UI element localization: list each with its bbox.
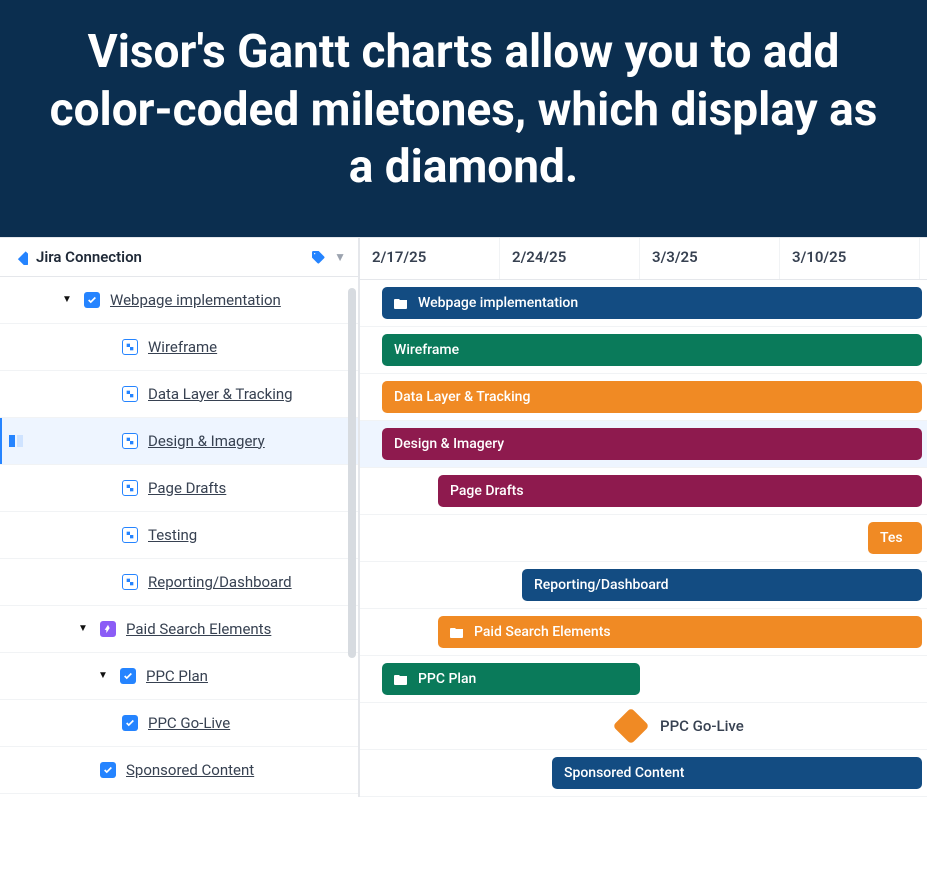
gantt-row: Reporting/Dashboard bbox=[360, 562, 927, 609]
gantt-bar[interactable]: Webpage implementation bbox=[382, 287, 922, 319]
task-label[interactable]: Paid Search Elements bbox=[126, 620, 271, 638]
subtask-icon bbox=[122, 480, 138, 496]
gantt-bar[interactable]: Reporting/Dashboard bbox=[522, 569, 922, 601]
folder-icon bbox=[394, 673, 408, 685]
epic-icon bbox=[100, 621, 116, 637]
task-label[interactable]: Testing bbox=[148, 526, 197, 544]
app-shell: Jira Connection ▼ ▼ Webpage implementatio… bbox=[0, 237, 927, 797]
story-icon bbox=[122, 715, 138, 731]
gantt-row: Wireframe bbox=[360, 327, 927, 374]
gantt-row: PPC Go-Live bbox=[360, 703, 927, 750]
bar-label: Paid Search Elements bbox=[474, 624, 611, 640]
subtask-icon bbox=[122, 339, 138, 355]
task-label[interactable]: PPC Go-Live bbox=[148, 714, 230, 732]
gantt-row: Design & Imagery bbox=[360, 421, 927, 468]
tree-row[interactable]: Sponsored Content bbox=[0, 747, 358, 794]
gantt-body: Webpage implementation Wireframe Data Laye… bbox=[360, 280, 927, 797]
tree-row[interactable]: ▼ PPC Plan bbox=[0, 653, 358, 700]
gantt-bar[interactable]: Page Drafts bbox=[438, 475, 922, 507]
gantt-bar[interactable]: PPC Plan bbox=[382, 663, 640, 695]
date-column[interactable]: 3/3/25 bbox=[640, 238, 780, 279]
gantt-row: Page Drafts bbox=[360, 468, 927, 515]
gantt-bar[interactable]: Paid Search Elements bbox=[438, 616, 922, 648]
story-icon bbox=[100, 762, 116, 778]
folder-icon bbox=[394, 297, 408, 309]
task-label[interactable]: Data Layer & Tracking bbox=[148, 385, 293, 403]
tag-icon[interactable] bbox=[310, 249, 326, 265]
jira-icon bbox=[12, 249, 28, 265]
gantt-bar[interactable]: Wireframe bbox=[382, 334, 922, 366]
hero-headline: Visor's Gantt charts allow you to add co… bbox=[40, 24, 887, 197]
date-column[interactable]: 2/24/25 bbox=[500, 238, 640, 279]
sidebar: Jira Connection ▼ ▼ Webpage implementatio… bbox=[0, 238, 360, 797]
folder-icon bbox=[450, 626, 464, 638]
tree-row[interactable]: Design & Imagery bbox=[0, 418, 358, 465]
bar-label: Webpage implementation bbox=[418, 295, 578, 311]
expand-chevron-icon[interactable]: ▼ bbox=[62, 294, 76, 305]
hero-banner: Visor's Gantt charts allow you to add co… bbox=[0, 0, 927, 237]
subtask-icon bbox=[122, 574, 138, 590]
gantt-row: Paid Search Elements bbox=[360, 609, 927, 656]
tree-row[interactable]: ▼ Webpage implementation bbox=[0, 277, 358, 324]
bar-label: Page Drafts bbox=[450, 483, 524, 499]
gantt-row: Webpage implementation bbox=[360, 280, 927, 327]
tree-row[interactable]: Data Layer & Tracking bbox=[0, 371, 358, 418]
task-tree: ▼ Webpage implementation Wireframe Data Lay… bbox=[0, 277, 358, 794]
subtask-icon bbox=[122, 433, 138, 449]
task-label[interactable]: Webpage implementation bbox=[110, 291, 281, 309]
bar-label: Reporting/Dashboard bbox=[534, 577, 669, 593]
bar-label: Data Layer & Tracking bbox=[394, 389, 530, 405]
gantt-bar[interactable]: Sponsored Content bbox=[552, 757, 922, 789]
bar-label: Tes bbox=[880, 530, 903, 546]
task-label[interactable]: Sponsored Content bbox=[126, 761, 254, 779]
gantt-bar[interactable]: Tes bbox=[868, 522, 922, 554]
gantt-row: Tes bbox=[360, 515, 927, 562]
date-column[interactable]: 3/10/25 bbox=[780, 238, 920, 279]
expand-chevron-icon[interactable]: ▼ bbox=[78, 623, 92, 634]
subtask-icon bbox=[122, 386, 138, 402]
task-label[interactable]: Design & Imagery bbox=[148, 432, 265, 450]
expand-chevron-icon[interactable]: ▼ bbox=[98, 670, 112, 681]
bar-label: PPC Plan bbox=[418, 671, 476, 687]
tree-row[interactable]: Wireframe bbox=[0, 324, 358, 371]
dropdown-caret-icon[interactable]: ▼ bbox=[334, 250, 346, 264]
gantt-row: Sponsored Content bbox=[360, 750, 927, 797]
tree-row[interactable]: ▼ Paid Search Elements bbox=[0, 606, 358, 653]
task-label[interactable]: Reporting/Dashboard bbox=[148, 573, 292, 591]
connection-name: Jira Connection bbox=[36, 248, 142, 266]
scrollbar-thumb[interactable] bbox=[348, 288, 356, 658]
tree-row[interactable]: Reporting/Dashboard bbox=[0, 559, 358, 606]
milestone-label: PPC Go-Live bbox=[660, 717, 744, 735]
subtask-icon bbox=[122, 527, 138, 543]
tree-row[interactable]: Page Drafts bbox=[0, 465, 358, 512]
gantt-row: Data Layer & Tracking bbox=[360, 374, 927, 421]
sidebar-header[interactable]: Jira Connection ▼ bbox=[0, 238, 358, 277]
gantt-bar[interactable]: Design & Imagery bbox=[382, 428, 922, 460]
gantt-bar[interactable]: Data Layer & Tracking bbox=[382, 381, 922, 413]
bar-label: Sponsored Content bbox=[564, 765, 684, 781]
timeline-header: 2/17/25 2/24/25 3/3/25 3/10/25 bbox=[360, 238, 927, 280]
selection-indicator-icon bbox=[8, 433, 24, 449]
bar-label: Design & Imagery bbox=[394, 436, 504, 452]
milestone[interactable]: PPC Go-Live bbox=[618, 710, 744, 742]
date-column[interactable]: 2/17/25 bbox=[360, 238, 500, 279]
gantt-chart: 2/17/25 2/24/25 3/3/25 3/10/25 Webpage i… bbox=[360, 238, 927, 797]
task-label[interactable]: Page Drafts bbox=[148, 479, 226, 497]
task-label[interactable]: PPC Plan bbox=[146, 667, 208, 685]
story-icon bbox=[120, 668, 136, 684]
story-icon bbox=[84, 292, 100, 308]
bar-label: Wireframe bbox=[394, 342, 459, 358]
tree-row[interactable]: PPC Go-Live bbox=[0, 700, 358, 747]
task-label[interactable]: Wireframe bbox=[148, 338, 217, 356]
tree-row[interactable]: Testing bbox=[0, 512, 358, 559]
gantt-row: PPC Plan bbox=[360, 656, 927, 703]
milestone-diamond-icon bbox=[613, 707, 650, 744]
